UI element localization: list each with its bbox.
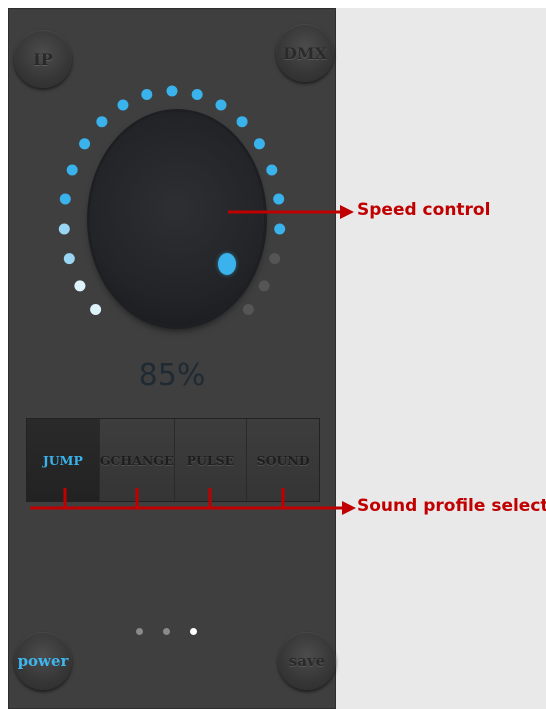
annotation-overlay [30, 205, 356, 515]
speed-control-annotation: Speed control [357, 200, 491, 220]
sound-profile-annotation: Sound profile select [357, 496, 546, 516]
speed-control-arrow-head [340, 205, 354, 219]
sound-profile-arrow-head [342, 501, 356, 515]
